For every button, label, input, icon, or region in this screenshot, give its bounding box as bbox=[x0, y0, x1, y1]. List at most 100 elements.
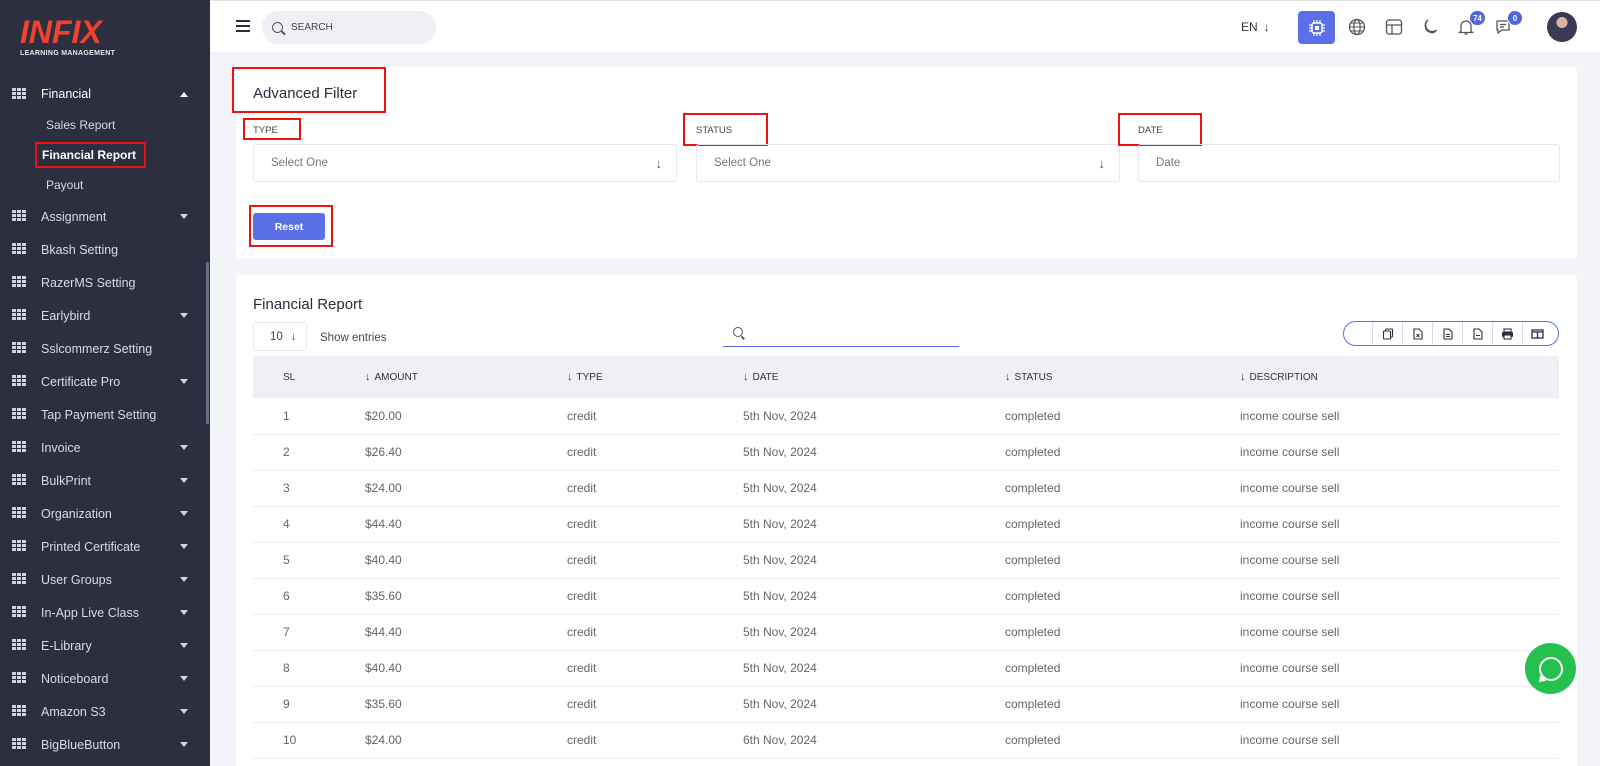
grid-icon bbox=[12, 276, 28, 289]
column-header-description[interactable]: ↓ DESCRIPTION bbox=[1240, 356, 1559, 398]
cell-status: completed bbox=[1005, 542, 1240, 579]
columns-icon[interactable] bbox=[1522, 322, 1552, 345]
menu-icon[interactable] bbox=[236, 20, 250, 32]
sidebar-menu: Financial Sales Report Financial Report … bbox=[0, 78, 210, 761]
sidebar-item-user-groups[interactable]: User Groups bbox=[0, 563, 210, 596]
table-row[interactable]: 10 $24.00 credit 6th Nov, 2024 completed inco… bbox=[253, 722, 1559, 759]
avatar[interactable] bbox=[1547, 12, 1577, 42]
cell-description: income course sell bbox=[1240, 614, 1559, 651]
grid-icon bbox=[12, 87, 28, 101]
table-row[interactable]: 4 $44.40 credit 5th Nov, 2024 completed incom… bbox=[253, 506, 1559, 543]
layout-icon[interactable] bbox=[1381, 14, 1407, 40]
pdf-icon[interactable] bbox=[1462, 322, 1492, 345]
sidebar-item-assignment[interactable]: Assignment bbox=[0, 200, 210, 233]
global-search[interactable] bbox=[262, 11, 436, 44]
page-size-select[interactable]: 10 ↓ bbox=[253, 322, 307, 351]
caret-down-icon bbox=[180, 742, 188, 747]
cell-status: completed bbox=[1005, 434, 1240, 471]
sidebar-item-label: In-App Live Class bbox=[41, 605, 139, 620]
csv-icon[interactable] bbox=[1432, 322, 1462, 345]
sidebar-item-invoice[interactable]: Invoice bbox=[0, 431, 210, 464]
column-header-type[interactable]: ↓ TYPE bbox=[567, 356, 743, 398]
cell-status: completed bbox=[1005, 470, 1240, 507]
sidebar-item-noticeboard[interactable]: Noticeboard bbox=[0, 662, 210, 695]
cell-amount: $24.00 bbox=[365, 470, 567, 507]
sidebar-item-earlybird[interactable]: Earlybird bbox=[0, 299, 210, 332]
sidebar-item-bulkprint[interactable]: BulkPrint bbox=[0, 464, 210, 497]
cell-date: 5th Nov, 2024 bbox=[743, 686, 1005, 723]
search-input[interactable] bbox=[291, 22, 421, 33]
table-row[interactable]: 3 $24.00 credit 5th Nov, 2024 completed incom… bbox=[253, 470, 1559, 507]
sidebar-item-bkash-setting[interactable]: Bkash Setting bbox=[0, 233, 210, 266]
status-select[interactable]: Select One ↓ bbox=[696, 144, 1120, 182]
grid-icon bbox=[12, 705, 28, 718]
sidebar-item-in-app-live-class[interactable]: In-App Live Class bbox=[0, 596, 210, 629]
page-size-value: 10 bbox=[270, 330, 283, 343]
sidebar-item-label: Financial bbox=[41, 87, 92, 101]
table-row[interactable]: 7 $44.40 credit 5th Nov, 2024 completed incom… bbox=[253, 614, 1559, 651]
sidebar-item-razerms-setting[interactable]: RazerMS Setting bbox=[0, 266, 210, 299]
cell-date: 5th Nov, 2024 bbox=[743, 434, 1005, 471]
cell-type: credit bbox=[567, 722, 743, 759]
table-row[interactable]: 2 $26.40 credit 5th Nov, 2024 completed incom… bbox=[253, 434, 1559, 471]
cell-description: income course sell bbox=[1240, 398, 1559, 435]
sidebar-item-sslcommerz-setting[interactable]: Sslcommerz Setting bbox=[0, 332, 210, 365]
cell-date: 6th Nov, 2024 bbox=[743, 722, 1005, 759]
table-row[interactable]: 6 $35.60 credit 5th Nov, 2024 completed incom… bbox=[253, 578, 1559, 615]
arrow-down-icon: ↓ bbox=[1263, 20, 1270, 34]
caret-down-icon bbox=[180, 313, 188, 318]
whatsapp-chat-button[interactable] bbox=[1525, 643, 1576, 694]
table-row[interactable]: 1 $20.00 credit 5th Nov, 2024 completed incom… bbox=[253, 398, 1559, 435]
chip-icon[interactable] bbox=[1298, 11, 1335, 44]
cell-amount: $35.60 bbox=[365, 578, 567, 615]
sidebar-item-financial[interactable]: Financial bbox=[0, 78, 210, 110]
arrow-down-icon: ↓ bbox=[1098, 155, 1106, 171]
sidebar-item-printed-certificate[interactable]: Printed Certificate bbox=[0, 530, 210, 563]
search-icon bbox=[733, 327, 743, 337]
language-selector[interactable]: EN ↓ bbox=[1241, 20, 1270, 34]
bell-icon[interactable]: 74 bbox=[1453, 10, 1486, 40]
caret-down-icon bbox=[180, 676, 188, 681]
copy-icon[interactable] bbox=[1372, 322, 1402, 345]
sidebar-item-label: Organization bbox=[41, 506, 112, 521]
brand-logo[interactable]: INFIX LEARNING MANAGEMENT bbox=[20, 16, 115, 57]
column-label: DATE bbox=[752, 372, 779, 383]
sort-arrow-icon: ↓ bbox=[1240, 371, 1246, 383]
sidebar-subitem-sales-report[interactable]: Sales Report bbox=[0, 110, 210, 140]
report-title: Financial Report bbox=[253, 296, 363, 313]
table-row[interactable]: 8 $40.40 credit 5th Nov, 2024 completed incom… bbox=[253, 650, 1559, 687]
cell-status: completed bbox=[1005, 614, 1240, 651]
sidebar-item-amazon-s3[interactable]: Amazon S3 bbox=[0, 695, 210, 728]
table-row[interactable]: 9 $35.60 credit 5th Nov, 2024 completed incom… bbox=[253, 686, 1559, 723]
moon-icon[interactable] bbox=[1417, 14, 1443, 40]
table-search-input[interactable] bbox=[723, 320, 959, 347]
sidebar-item-label: BigBlueButton bbox=[41, 737, 121, 752]
print-icon[interactable] bbox=[1492, 322, 1522, 345]
caret-down-icon bbox=[180, 643, 188, 648]
globe-icon[interactable] bbox=[1344, 14, 1370, 40]
column-header-amount[interactable]: ↓ AMOUNT bbox=[365, 356, 567, 398]
reset-button[interactable]: Reset bbox=[253, 213, 325, 240]
sidebar-item-organization[interactable]: Organization bbox=[0, 497, 210, 530]
sidebar-item-certificate-pro[interactable]: Certificate Pro bbox=[0, 365, 210, 398]
grid-icon bbox=[12, 672, 28, 685]
date-field[interactable]: Date bbox=[1138, 144, 1560, 182]
sidebar-item-tap-payment-setting[interactable]: Tap Payment Setting bbox=[0, 398, 210, 431]
column-header-status[interactable]: ↓ STATUS bbox=[1005, 356, 1240, 398]
cell-amount: $44.40 bbox=[365, 614, 567, 651]
sidebar-scrollbar[interactable] bbox=[206, 262, 209, 424]
status-select-value: Select One bbox=[714, 157, 771, 169]
sidebar-item-e-library[interactable]: E-Library bbox=[0, 629, 210, 662]
column-header-date[interactable]: ↓ DATE bbox=[743, 356, 1005, 398]
cell-description: income course sell bbox=[1240, 686, 1559, 723]
type-select[interactable]: Select One ↓ bbox=[253, 144, 677, 182]
excel-icon[interactable] bbox=[1402, 322, 1432, 345]
sidebar-subitem-payout[interactable]: Payout bbox=[0, 170, 210, 200]
column-header-sl[interactable]: SL bbox=[253, 356, 365, 398]
cell-amount: $44.40 bbox=[365, 506, 567, 543]
sidebar-item-bigbluebutton[interactable]: BigBlueButton bbox=[0, 728, 210, 761]
table-row[interactable]: 5 $40.40 credit 5th Nov, 2024 completed incom… bbox=[253, 542, 1559, 579]
chat-icon[interactable]: 0 bbox=[1490, 10, 1523, 40]
sidebar-subitem-financial-report[interactable]: Financial Report bbox=[0, 140, 210, 170]
grid-icon bbox=[12, 540, 28, 553]
